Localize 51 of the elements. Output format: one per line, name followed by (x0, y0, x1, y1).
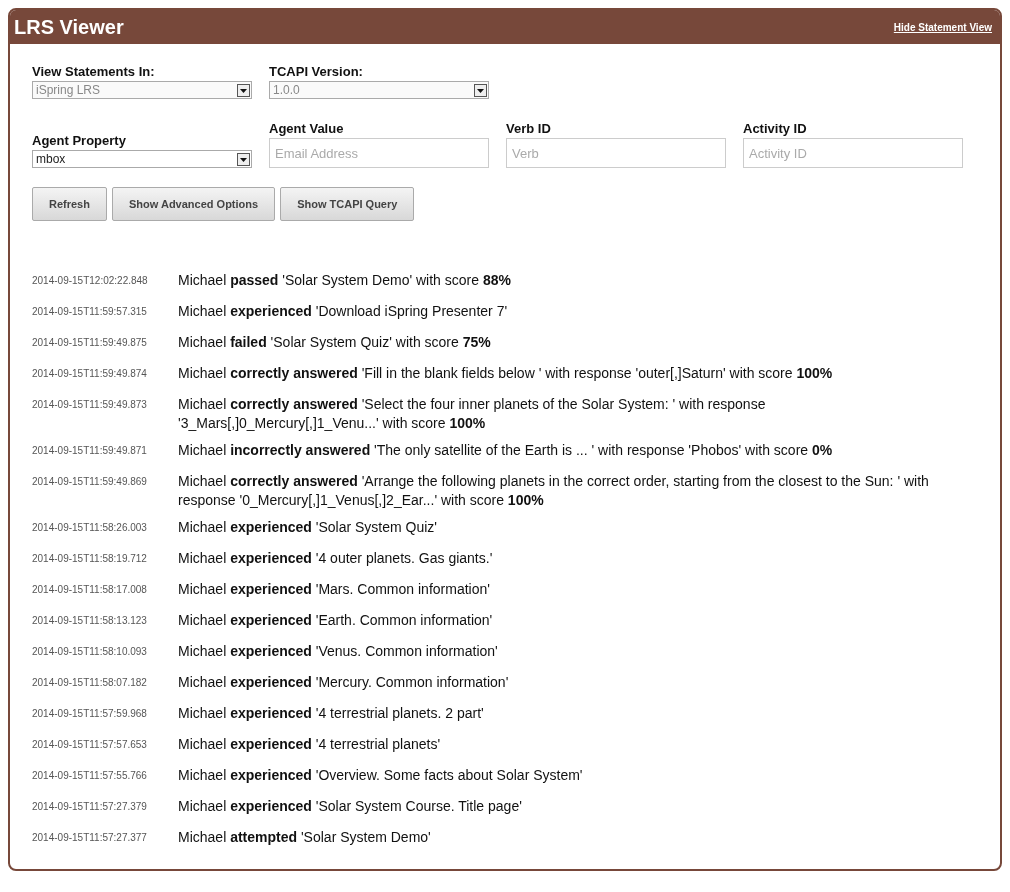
statement-text: Michael experienced 'Venus. Common information' (178, 642, 498, 661)
timestamp: 2014-09-15T11:57:55.766 (32, 769, 148, 781)
timestamp: 2014-09-15T11:59:57.315 (32, 305, 148, 317)
window-title: LRS Viewer (14, 15, 124, 39)
timestamp: 2014-09-15T11:59:49.875 (32, 336, 148, 348)
timestamp: 2014-09-15T11:57:27.379 (32, 800, 148, 812)
input-field[interactable]: Verb (506, 138, 726, 168)
action-button[interactable]: Show Advanced Options (111, 187, 276, 221)
statement-text: Michael failed 'Solar System Quiz' with score 75% (178, 333, 491, 352)
statement-text: Michael experienced '4 terrestrial planets' (178, 735, 441, 754)
statement-text: Michael incorrectly answered 'The only satellite of the Earth is ... ' with response 'Phobos' with score 0% (178, 441, 833, 460)
statement-text: Michael experienced 'Solar System Quiz' (178, 518, 438, 537)
statement-text: Michael experienced '4 terrestrial planets. 2 part' (178, 704, 484, 723)
statement-text: Michael passed 'Solar System Demo' with score 88% (178, 271, 511, 290)
statement-text: Michael experienced '4 outer planets. Gas giants.' (178, 549, 493, 568)
timestamp: 2014-09-15T11:58:26.003 (32, 521, 148, 533)
timestamp: 2014-09-15T11:58:19.712 (32, 552, 148, 564)
timestamp: 2014-09-15T11:59:49.873 (32, 398, 148, 410)
timestamp: 2014-09-15T11:58:13.123 (32, 614, 148, 626)
dropdown[interactable]: mbox (32, 150, 252, 168)
input-field[interactable]: Email Address (269, 138, 489, 168)
statement-text: Michael correctly answered 'Select the four inner planets of the Solar System: ' with response '3_Mars[,]0_Mercury[,]1_Venu...' with score 100% (178, 395, 767, 433)
hide-statement-view-link[interactable]: Hide Statement View (893, 21, 992, 33)
timestamp: 2014-09-15T11:59:49.874 (32, 367, 148, 379)
timestamp: 2014-09-15T11:58:07.182 (32, 676, 148, 688)
timestamp: 2014-09-15T11:59:49.871 (32, 444, 148, 456)
timestamp: 2014-09-15T11:58:10.093 (32, 645, 148, 657)
field-label: Agent Value (269, 121, 345, 136)
statement-text: Michael correctly answered 'Arrange the following planets in the correct order, starting from the closest to the Sun: ' with response '0_Mercury[,]1_Venus[,]2_Ear...' with score 100% (178, 472, 930, 510)
input-field[interactable]: Activity ID (743, 138, 963, 168)
timestamp: 2014-09-15T12:02:22.848 (32, 274, 149, 286)
field-label: Verb ID (506, 121, 552, 136)
timestamp: 2014-09-15T11:57:27.377 (32, 831, 148, 843)
statement-text: Michael experienced 'Earth. Common information' (178, 611, 493, 630)
statement-text: Michael experienced 'Download iSpring Presenter 7' (178, 302, 508, 321)
field-label: Agent Property (32, 133, 127, 148)
statement-text: Michael experienced 'Solar System Course. Title page' (178, 797, 522, 816)
field-label: TCAPI Version: (269, 64, 364, 79)
statement-text: Michael correctly answered 'Fill in the blank fields below ' with response 'outer[,]Saturn' with score 100% (178, 364, 833, 383)
statement-text: Michael experienced 'Overview. Some facts about Solar System' (178, 766, 583, 785)
timestamp: 2014-09-15T11:57:57.653 (32, 738, 148, 750)
timestamp: 2014-09-15T11:59:49.869 (32, 475, 148, 487)
action-button[interactable]: Refresh (32, 187, 107, 221)
statement-text: Michael experienced 'Mars. Common information' (178, 580, 490, 599)
timestamp: 2014-09-15T11:58:17.008 (32, 583, 148, 595)
statement-text: Michael experienced 'Mercury. Common information' (178, 673, 509, 692)
action-button[interactable]: Show TCAPI Query (280, 187, 415, 221)
field-label: View Statements In: (32, 64, 156, 79)
timestamp: 2014-09-15T11:57:59.968 (32, 707, 148, 719)
statement-text: Michael attempted 'Solar System Demo' (178, 828, 431, 847)
field-label: Activity ID (743, 121, 808, 136)
